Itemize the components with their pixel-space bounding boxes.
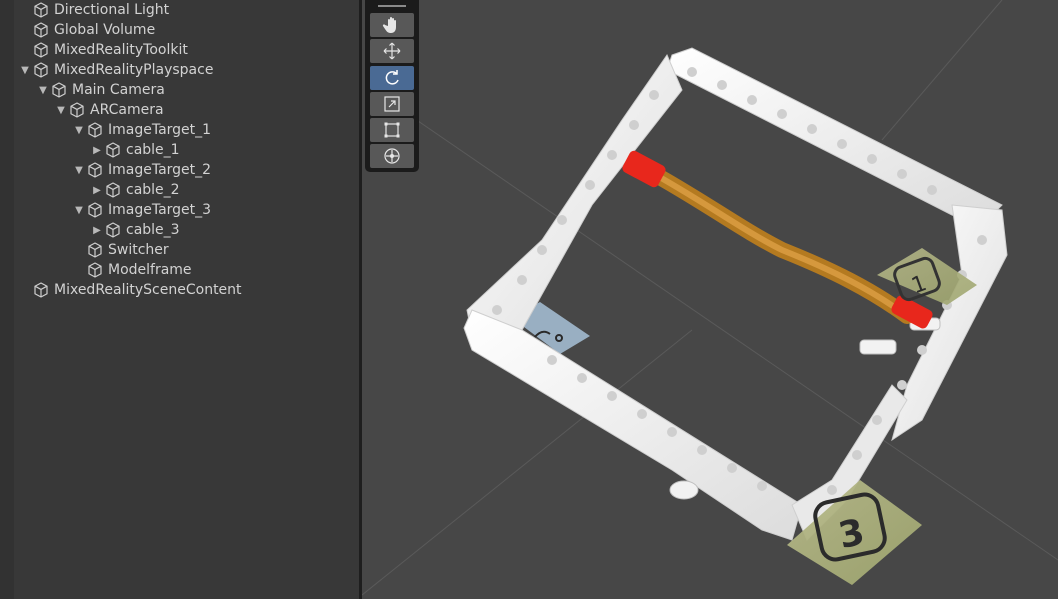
rotate-tool-button[interactable]	[370, 66, 414, 90]
hierarchy-item[interactable]: MixedRealitySceneContent	[0, 280, 358, 300]
gameobject-cube-icon	[88, 262, 102, 278]
expand-arrow-icon[interactable]: ▼	[18, 60, 32, 80]
gameobject-cube-icon	[88, 122, 102, 138]
palette-grip[interactable]	[378, 5, 406, 7]
hierarchy-item[interactable]: ▼ ARCamera	[0, 100, 358, 120]
gameobject-cube-icon	[34, 42, 48, 58]
transform-tool-button[interactable]	[370, 144, 414, 168]
hierarchy-item-label: ImageTarget_1	[108, 122, 212, 138]
hierarchy-item-label: cable_1	[126, 142, 180, 158]
hierarchy-item-label: Directional Light	[54, 2, 170, 18]
hierarchy-item[interactable]: Switcher	[0, 240, 358, 260]
gameobject-cube-icon	[34, 2, 48, 18]
collapse-arrow-icon[interactable]: ▶	[90, 140, 104, 160]
expand-arrow-icon[interactable]: ▼	[54, 100, 68, 120]
hierarchy-item[interactable]: ▼ ImageTarget_2	[0, 160, 358, 180]
move-tool-button[interactable]	[370, 39, 414, 63]
collapse-arrow-icon[interactable]: ▶	[90, 180, 104, 200]
rotate-icon	[385, 70, 399, 85]
gameobject-cube-icon	[106, 222, 120, 238]
scene-tool-palette	[365, 0, 419, 172]
hierarchy-item[interactable]: ▶ cable_2	[0, 180, 358, 200]
hierarchy-item-label: cable_3	[126, 222, 180, 238]
hierarchy-item[interactable]: Modelframe	[0, 260, 358, 280]
gameobject-cube-icon	[88, 162, 102, 178]
rect-transform-icon	[384, 122, 400, 138]
hierarchy-item[interactable]: ▶ cable_1	[0, 140, 358, 160]
hierarchy-item[interactable]: MixedRealityToolkit	[0, 40, 358, 60]
gameobject-cube-icon	[34, 22, 48, 38]
collapse-arrow-icon[interactable]: ▶	[90, 220, 104, 240]
scene-view[interactable]: 1 3	[362, 0, 1058, 599]
gameobject-cube-icon	[34, 282, 48, 298]
hierarchy-item-label: Modelframe	[108, 262, 192, 278]
transform-icon	[384, 148, 400, 164]
hierarchy-item-label: cable_2	[126, 182, 180, 198]
hierarchy-item[interactable]: Global Volume	[0, 20, 358, 40]
hand-tool-button[interactable]	[370, 13, 414, 37]
scale-tool-button[interactable]	[370, 92, 414, 116]
hierarchy-item-label: ARCamera	[90, 102, 164, 118]
hierarchy-item-label: MixedRealitySceneContent	[54, 282, 242, 298]
hierarchy-item[interactable]: ▼ ImageTarget_1	[0, 120, 358, 140]
scene-viewport[interactable]: 1 3	[362, 0, 1058, 599]
expand-arrow-icon[interactable]: ▼	[72, 120, 86, 140]
hierarchy-item-label: ImageTarget_3	[108, 202, 212, 218]
gameobject-cube-icon	[52, 82, 66, 98]
gameobject-cube-icon	[88, 202, 102, 218]
rect-tool-button[interactable]	[370, 118, 414, 142]
hierarchy-item-label: MixedRealityPlayspace	[54, 62, 214, 78]
hierarchy-item[interactable]: Directional Light	[0, 0, 358, 20]
gameobject-cube-icon	[106, 182, 120, 198]
expand-arrow-icon[interactable]: ▼	[36, 80, 50, 100]
hierarchy-item[interactable]: ▼ MixedRealityPlayspace	[0, 60, 358, 80]
hierarchy-panel: Directional Light Global Volume MixedReali…	[0, 0, 362, 599]
hierarchy-item-label: Main Camera	[72, 82, 165, 98]
expand-arrow-icon[interactable]: ▼	[72, 200, 86, 220]
hierarchy-item-label: MixedRealityToolkit	[54, 42, 188, 58]
expand-arrow-icon[interactable]: ▼	[72, 160, 86, 180]
hierarchy-item-label: Global Volume	[54, 22, 156, 38]
hierarchy-item[interactable]: ▼ Main Camera	[0, 80, 358, 100]
gameobject-cube-icon	[106, 142, 120, 158]
hand-icon	[382, 17, 396, 33]
hierarchy-item-label: Switcher	[108, 242, 169, 258]
move-arrows-icon	[383, 42, 401, 60]
hierarchy-item[interactable]: ▶ cable_3	[0, 220, 358, 240]
gameobject-cube-icon	[70, 102, 84, 118]
gameobject-cube-icon	[34, 62, 48, 78]
hierarchy-item-label: ImageTarget_2	[108, 162, 212, 178]
gameobject-cube-icon	[88, 242, 102, 258]
hierarchy-item[interactable]: ▼ ImageTarget_3	[0, 200, 358, 220]
scale-icon	[384, 96, 400, 112]
